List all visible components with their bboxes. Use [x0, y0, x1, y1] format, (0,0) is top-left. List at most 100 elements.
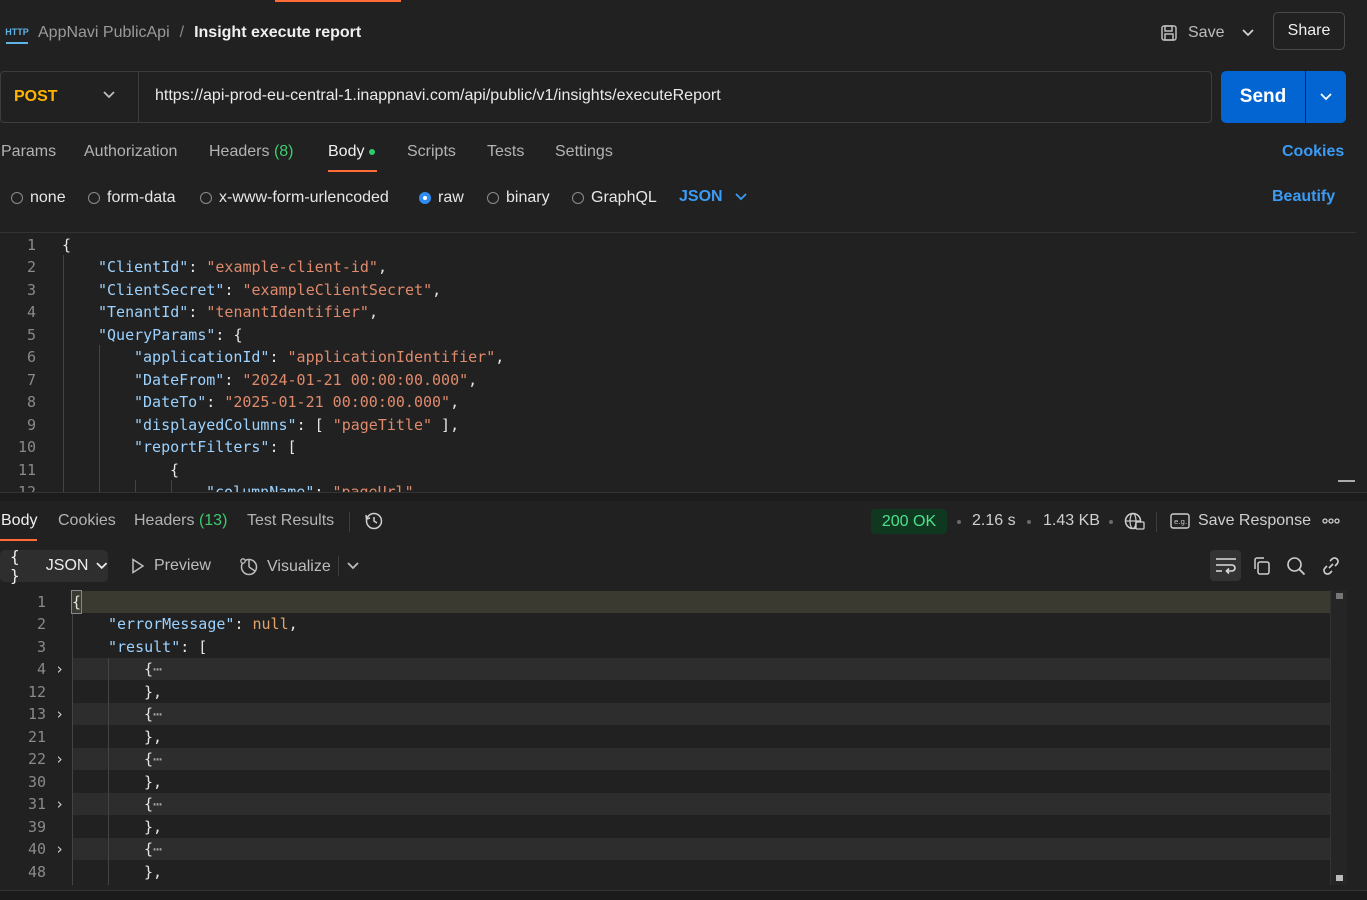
radio-none[interactable]: none — [11, 188, 66, 208]
beautify-button[interactable]: Beautify — [1272, 188, 1335, 206]
response-tab-headers[interactable]: Headers (13) — [134, 512, 227, 530]
language-select[interactable]: JSON — [679, 188, 747, 206]
chevron-right-icon[interactable]: › — [55, 748, 64, 770]
response-format-select[interactable]: { } JSON — [0, 547, 108, 585]
send-button[interactable]: Send — [1221, 71, 1305, 123]
response-tab-cookies[interactable]: Cookies — [58, 512, 116, 530]
radio-urlencoded[interactable]: x-www-form-urlencoded — [200, 188, 389, 208]
tab-settings[interactable]: Settings — [555, 143, 613, 161]
tab-active-underline — [0, 539, 37, 541]
code-line: 12}, — [27, 683, 163, 701]
cookies-link[interactable]: Cookies — [1282, 143, 1344, 161]
history-icon[interactable] — [364, 511, 384, 535]
play-icon — [132, 558, 145, 574]
chevron-right-icon[interactable]: › — [55, 658, 64, 680]
tab-authorization[interactable]: Authorization — [84, 143, 177, 161]
response-scrollbar[interactable] — [1330, 590, 1347, 885]
json-braces-icon: { } — [10, 547, 20, 585]
radio-raw[interactable]: raw — [419, 188, 464, 208]
code-line: 1{ — [26, 236, 72, 254]
chevron-down-icon[interactable] — [103, 86, 115, 103]
wrap-lines-icon — [1216, 558, 1236, 575]
separator-dot — [1027, 520, 1031, 524]
tab-tests[interactable]: Tests — [487, 143, 524, 161]
status-badge[interactable]: 200 OK — [871, 509, 947, 534]
chevron-down-icon — [1320, 93, 1332, 101]
chevron-right-icon[interactable]: › — [55, 793, 64, 815]
save-example-icon: e.g. — [1170, 513, 1190, 529]
tab-headers[interactable]: Headers (8) — [209, 143, 294, 161]
save-response-label: Save Response — [1198, 512, 1311, 529]
chevron-down-icon — [96, 562, 108, 570]
code-line: 1{ — [36, 590, 83, 614]
preview-button[interactable]: Preview — [131, 557, 211, 575]
request-body-editor[interactable]: 1{ 2 "ClientId": "example-client-id", 3 "C… — [0, 232, 1356, 493]
save-button[interactable]: Save — [1160, 20, 1224, 46]
separator-dot — [957, 520, 961, 524]
share-button[interactable]: Share — [1273, 12, 1345, 50]
radio-binary-label: binary — [506, 189, 550, 206]
code-line: 7 "DateFrom": "2024-01-21 00:00:00.000", — [26, 371, 478, 389]
divider — [1156, 512, 1157, 532]
tab-body[interactable]: Body — [328, 143, 376, 161]
code-line: 8 "DateTo": "2025-01-21 00:00:00.000", — [26, 393, 460, 411]
url-input[interactable]: https://api-prod-eu-central-1.inappnavi.… — [155, 87, 721, 105]
radio-form-data[interactable]: form-data — [88, 188, 175, 208]
code-line: 2 "errorMessage": null, — [36, 615, 298, 633]
radio-urlencoded-label: x-www-form-urlencoded — [219, 189, 389, 206]
chevron-right-icon[interactable]: › — [55, 838, 64, 860]
network-globe-icon[interactable] — [1123, 511, 1145, 535]
headers-count: (8) — [273, 143, 294, 160]
more-options-icon[interactable] — [1322, 512, 1340, 535]
language-label: JSON — [679, 188, 723, 205]
pane-splitter[interactable] — [0, 492, 1367, 501]
response-body-viewer[interactable]: 1{ 2 "errorMessage": null, 3 "result": [ 4… — [0, 590, 1346, 885]
radio-none-label: none — [30, 189, 66, 206]
preview-label: Preview — [154, 557, 211, 574]
radio-graphql[interactable]: GraphQL — [572, 188, 657, 208]
radio-icon — [487, 192, 499, 204]
divider — [338, 556, 339, 576]
code-line: 21}, — [27, 728, 163, 746]
response-tab-body[interactable]: Body — [1, 512, 37, 530]
chevron-down-icon — [1242, 29, 1254, 37]
code-line: 22 › {⋯ — [27, 748, 163, 770]
link-icon[interactable] — [1321, 556, 1341, 576]
code-line: 5 "QueryParams": { — [26, 326, 243, 344]
response-time[interactable]: 2.16 s — [972, 512, 1016, 530]
active-tab-indicator — [275, 0, 401, 2]
copy-icon[interactable] — [1252, 556, 1272, 576]
chevron-right-icon[interactable]: › — [55, 703, 64, 725]
send-options-button[interactable] — [1306, 71, 1346, 123]
method-select[interactable]: POST — [14, 88, 58, 106]
code-line: 3 "result": [ — [36, 638, 208, 656]
save-options-button[interactable] — [1236, 20, 1260, 46]
code-line: 4 "TenantId": "tenantIdentifier", — [26, 303, 378, 321]
visualize-button[interactable]: Visualize — [239, 557, 331, 577]
tab-params[interactable]: Params — [1, 143, 56, 161]
scroll-thumb[interactable] — [1336, 593, 1343, 599]
radio-icon — [200, 192, 212, 204]
tab-scripts[interactable]: Scripts — [407, 143, 456, 161]
response-size[interactable]: 1.43 KB — [1043, 512, 1100, 530]
wrap-lines-button[interactable] — [1210, 550, 1241, 581]
code-line: 40 › {⋯ — [27, 838, 163, 860]
tab-headers-label: Headers — [209, 143, 270, 160]
chevron-down-icon[interactable] — [347, 557, 359, 574]
radio-raw-label: raw — [438, 189, 464, 206]
divider — [138, 72, 139, 122]
code-line: 3 "ClientSecret": "exampleClientSecret", — [26, 281, 442, 299]
save-response-button[interactable]: e.g. Save Response — [1170, 512, 1311, 530]
response-tab-test-results[interactable]: Test Results — [247, 512, 334, 530]
visualize-icon — [240, 558, 258, 576]
scroll-marker — [1336, 875, 1343, 881]
tab-active-underline — [328, 170, 377, 172]
search-icon[interactable] — [1286, 556, 1306, 576]
breadcrumb-collection[interactable]: AppNavi PublicApi — [38, 24, 170, 42]
code-line: 4 › {⋯ — [36, 658, 163, 680]
code-line: 30}, — [27, 773, 163, 791]
request-title[interactable]: Insight execute report — [194, 24, 361, 42]
editor-scrollbar[interactable] — [1338, 480, 1355, 482]
radio-icon — [572, 192, 584, 204]
radio-binary[interactable]: binary — [487, 188, 550, 208]
